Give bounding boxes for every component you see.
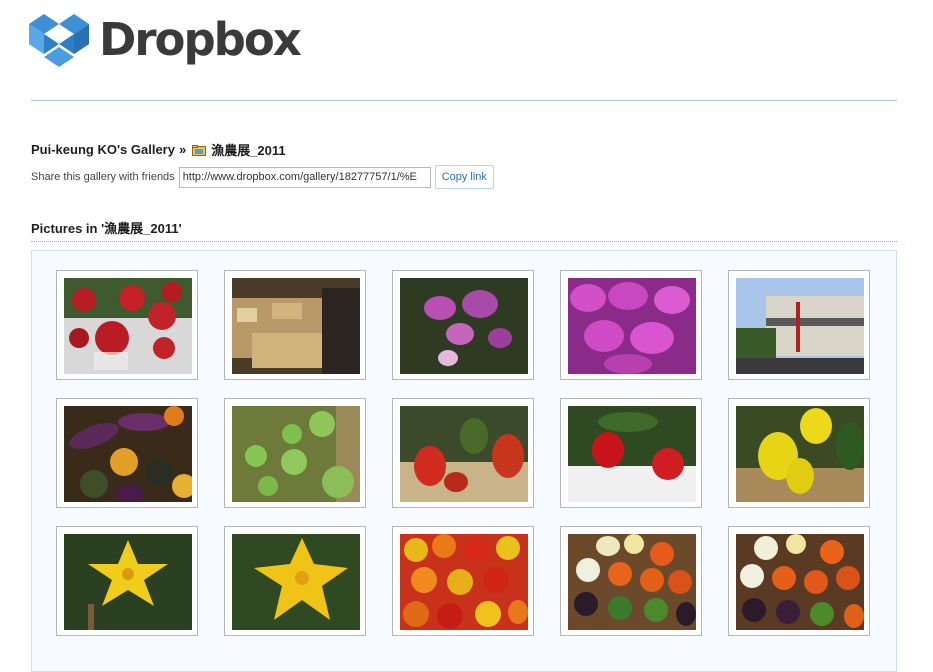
photo-red-green-peppers xyxy=(400,406,528,502)
album-title: 漁農展_2011 xyxy=(211,143,286,158)
photo-thumbnail[interactable] xyxy=(56,526,198,636)
brand-name: Dropbox xyxy=(99,12,302,66)
photo-thumbnail[interactable] xyxy=(224,526,366,636)
photo-squash-blossom xyxy=(64,534,192,630)
photo-thumbnail[interactable] xyxy=(560,526,702,636)
photo-thumbnail[interactable] xyxy=(224,270,366,380)
photo-market-stall xyxy=(232,278,360,374)
photo-colorful-peppers xyxy=(400,534,528,630)
breadcrumb-separator: » xyxy=(178,142,187,157)
photo-magenta-orchids xyxy=(568,278,696,374)
photo-gallery xyxy=(31,250,897,672)
share-label: Share this gallery with friends xyxy=(31,171,175,183)
pictures-heading: Pictures in '漁農展_2011' xyxy=(31,221,182,236)
dotted-divider xyxy=(31,241,897,242)
photo-thumbnail[interactable] xyxy=(224,398,366,508)
photo-thumbnail[interactable] xyxy=(560,398,702,508)
photo-thumbnail[interactable] xyxy=(56,398,198,508)
dropbox-logo[interactable]: Dropbox xyxy=(25,10,302,72)
photo-yellow-peppers xyxy=(736,406,864,502)
photo-apples xyxy=(64,278,192,374)
photo-thumbnail[interactable] xyxy=(392,270,534,380)
share-row: Share this gallery with friends Copy lin… xyxy=(31,165,494,189)
photo-pepper-display xyxy=(568,534,696,630)
photo-thumbnail[interactable] xyxy=(728,270,870,380)
photo-purple-orchids xyxy=(400,278,528,374)
photo-strawberries xyxy=(568,406,696,502)
photo-eggplants-gourds xyxy=(64,406,192,502)
share-url-input[interactable] xyxy=(178,166,431,188)
photo-squash-flower xyxy=(232,534,360,630)
photo-folder-icon xyxy=(192,144,207,156)
header-divider xyxy=(31,100,897,101)
photo-thumbnail[interactable] xyxy=(560,270,702,380)
gallery-owner-link[interactable]: Pui-keung KO's Gallery xyxy=(31,142,175,157)
photo-thumbnail[interactable] xyxy=(56,270,198,380)
copy-link-button[interactable]: Copy link xyxy=(434,165,494,189)
photo-exhibition-hall xyxy=(736,278,864,374)
photo-thumbnail[interactable] xyxy=(392,526,534,636)
photo-pepper-rows xyxy=(736,534,864,630)
photo-thumbnail[interactable] xyxy=(728,398,870,508)
dropbox-box-icon xyxy=(29,14,89,67)
photo-thumbnail[interactable] xyxy=(392,398,534,508)
photo-green-tomatoes xyxy=(232,406,360,502)
photo-thumbnail[interactable] xyxy=(728,526,870,636)
breadcrumb: Pui-keung KO's Gallery » 漁農展_2011 xyxy=(31,140,286,159)
